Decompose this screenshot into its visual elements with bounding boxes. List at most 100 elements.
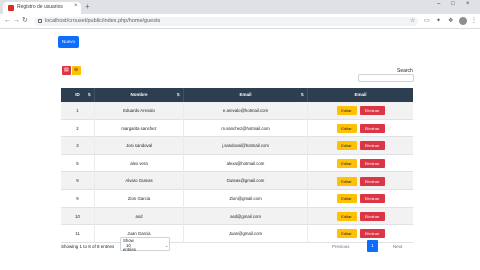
cell-nombre: margarita sanchez [95, 119, 184, 138]
delete-button[interactable]: Eliminar [359, 229, 385, 239]
edit-button[interactable]: Editar [336, 194, 357, 204]
pagination-previous[interactable]: Previous [332, 244, 350, 249]
url-text: localhost/crousel/public/index.php/home/… [45, 18, 161, 24]
cell-actions: Editar Eliminar [308, 137, 413, 155]
chevron-down-icon: ⌄ [165, 243, 169, 248]
cell-actions: Editar Eliminar [308, 190, 413, 208]
cell-actions: Editar Eliminar [308, 172, 413, 190]
profile-avatar[interactable] [459, 17, 467, 25]
export-pdf-button[interactable]: ▤ [62, 66, 71, 75]
length-entries: entries [123, 247, 136, 252]
edit-button[interactable]: Editar [336, 141, 357, 151]
table-row: 1 Eduardo Arevalo e.arevalo@hotmail.com Edi… [61, 102, 413, 120]
close-window-icon[interactable]: × [466, 1, 470, 7]
table-row: 3 Josi sandoval j.sandoval@hotmail.com Edit… [61, 137, 413, 155]
search-input[interactable] [358, 74, 414, 82]
table-row: 11 Juan Garcia Juan@gmail.com Editar Elimina… [61, 225, 413, 243]
cell-email: asd@gmail.com [184, 207, 308, 226]
cast-icon[interactable]: ▭ [424, 17, 430, 24]
bookmark-star-icon[interactable]: ☆ [410, 17, 415, 24]
pagination-page-1[interactable]: 1 [367, 240, 378, 252]
back-icon[interactable]: ← [4, 17, 11, 25]
page-content: Nuevo ▤ ⊖ Search ID ⇅ Nombre ⇅ Email ⇅ Emai… [0, 30, 480, 270]
entries-length-select[interactable]: Show 10 entries ⌄ [120, 237, 170, 252]
forward-icon[interactable]: → [13, 17, 20, 25]
cell-id: 2 [61, 119, 95, 138]
minimize-icon[interactable]: – [437, 1, 440, 7]
browser-toolbar: ← → ↻ localhost/crousel/public/index.php… [0, 14, 480, 29]
delete-button[interactable]: Eliminar [359, 159, 385, 169]
cell-actions: Editar Eliminar [308, 225, 413, 243]
edit-button[interactable]: Editar [336, 159, 357, 169]
cell-nombre: Zion Garcia [95, 189, 184, 208]
pagination-next[interactable]: Next [393, 244, 402, 249]
maximize-icon[interactable]: □ [451, 1, 455, 7]
cell-actions: Editar Eliminar [308, 120, 413, 138]
address-bar[interactable]: localhost/crousel/public/index.php/home/… [34, 17, 418, 26]
users-table: ID ⇅ Nombre ⇅ Email ⇅ Email 1 Eduardo Areval… [61, 88, 413, 243]
new-tab-button[interactable]: + [85, 2, 90, 11]
edit-button[interactable]: Editar [336, 123, 357, 133]
table-row: 5 alex vera alexa@hotmail.com Editar Elimina… [61, 154, 413, 173]
cell-actions: Editar Eliminar [308, 155, 413, 173]
table-body: 1 Eduardo Arevalo e.arevalo@hotmail.com Edi… [61, 102, 413, 243]
export-print-button[interactable]: ⊖ [72, 66, 81, 75]
cell-id: 5 [61, 154, 95, 173]
cell-id: 9 [61, 189, 95, 208]
cell-nombre: Alvaro Guteas [95, 172, 184, 190]
browser-window: Registro de usuarios × + – □ × ← → ↻ loc… [0, 0, 480, 270]
cell-id: 3 [61, 137, 95, 155]
menu-dots-icon[interactable]: ⋮ [471, 17, 477, 24]
table-row: 9 Zion Garcia Zion@gmail.com Editar Eliminar [61, 189, 413, 208]
edit-button[interactable]: Editar [336, 211, 357, 221]
table-row: 10 asd asd@gmail.com Editar Eliminar [61, 207, 413, 226]
table-info: Showing 1 to 8 of 8 entries [61, 244, 115, 249]
browser-tab[interactable]: Registro de usuarios × [3, 2, 81, 14]
cell-email: m.sanchez@hotmail.com [184, 119, 308, 138]
cell-email: e.arevalo@hotmail.com [184, 102, 308, 120]
favicon-icon [8, 5, 14, 11]
lock-icon [38, 19, 42, 23]
delete-button[interactable]: Eliminar [359, 176, 385, 186]
delete-button[interactable]: Eliminar [359, 194, 385, 204]
pdf-icon: ▤ [64, 67, 69, 73]
cell-actions: Editar Eliminar [308, 102, 413, 120]
extension-icon[interactable]: ✦ [436, 17, 441, 24]
cell-id: 11 [61, 225, 95, 243]
cell-actions: Editar Eliminar [308, 208, 413, 226]
sort-icon: ⇅ [300, 92, 304, 97]
table-header: ID ⇅ Nombre ⇅ Email ⇅ Email [61, 88, 413, 102]
edit-button[interactable]: Editar [336, 106, 357, 116]
cell-email: Guteas@gmail.com [184, 172, 308, 190]
cell-id: 1 [61, 102, 95, 120]
edit-button[interactable]: Editar [336, 176, 357, 186]
tab-title: Registro de usuarios [17, 4, 63, 10]
delete-button[interactable]: Eliminar [359, 211, 385, 221]
col-id[interactable]: ID ⇅ [61, 88, 95, 102]
cell-email: j.sandoval@hotmail.com [184, 137, 308, 155]
cell-id: 10 [61, 207, 95, 226]
cell-id: 9 [61, 172, 95, 190]
edit-button[interactable]: Editar [336, 229, 357, 239]
col-nombre[interactable]: Nombre ⇅ [95, 88, 184, 102]
cell-email: alexa@hotmail.com [184, 154, 308, 173]
cell-nombre: Josi sandoval [95, 137, 184, 155]
delete-button[interactable]: Eliminar [359, 123, 385, 133]
cell-email: Zion@gmail.com [184, 189, 308, 208]
tab-close-icon[interactable]: × [74, 3, 78, 9]
new-button[interactable]: Nuevo [58, 36, 79, 48]
delete-button[interactable]: Eliminar [359, 141, 385, 151]
cell-email: Juan@gmail.com [184, 225, 308, 243]
cell-nombre: alex vera [95, 154, 184, 173]
reload-icon[interactable]: ↻ [22, 17, 28, 25]
delete-button[interactable]: Eliminar [359, 106, 385, 116]
col-acciones[interactable]: Email [308, 88, 413, 102]
table-row: 9 Alvaro Guteas Guteas@gmail.com Editar Elim… [61, 172, 413, 190]
col-email[interactable]: Email ⇅ [184, 88, 308, 102]
cell-nombre: asd [95, 207, 184, 226]
table-row: 2 margarita sanchez m.sanchez@hotmail.com E… [61, 119, 413, 138]
extensions-puzzle-icon[interactable]: ❖ [448, 17, 453, 24]
sort-icon: ⇅ [176, 92, 180, 97]
print-icon: ⊖ [74, 67, 79, 73]
tab-strip: Registro de usuarios × + – □ × [0, 0, 480, 14]
